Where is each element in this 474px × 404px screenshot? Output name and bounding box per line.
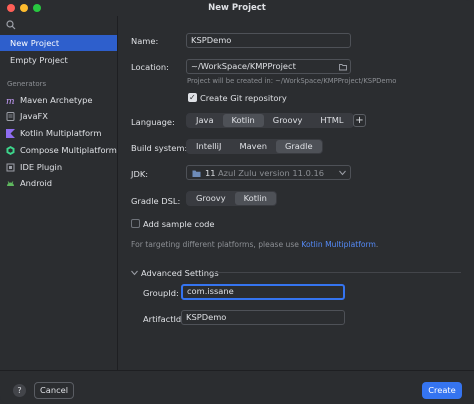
window-title: New Project	[208, 3, 266, 13]
generator-kotlin-multiplatform[interactable]: Kotlin Multiplatform	[0, 125, 117, 141]
language-label: Language:	[131, 117, 175, 127]
generator-label: Android	[20, 178, 53, 188]
targeting-text: For targeting different platforms, pleas…	[131, 240, 299, 249]
jdk-value: Azul Zulu version 11.0.16	[218, 168, 325, 178]
generator-label: JavaFX	[20, 111, 48, 121]
sidebar-item-new-project[interactable]: New Project	[0, 35, 117, 51]
divider	[213, 272, 461, 273]
svg-text:m: m	[6, 97, 15, 105]
dsl-option-kotlin[interactable]: Kotlin	[234, 192, 276, 205]
chevron-down-icon[interactable]	[131, 270, 138, 276]
compose-icon	[6, 146, 15, 155]
language-option-html[interactable]: HTML	[311, 114, 352, 127]
location-label: Location:	[131, 62, 169, 72]
generator-android[interactable]: Android	[0, 175, 117, 191]
help-button[interactable]: ?	[13, 384, 26, 397]
language-selector: Java Kotlin Groovy HTML	[186, 113, 354, 128]
sidebar-item-empty-project[interactable]: Empty Project	[0, 52, 117, 68]
jdk-folder-icon	[192, 170, 201, 177]
create-button[interactable]: Create	[422, 382, 462, 399]
targeting-text-line: For targeting different platforms, pleas…	[131, 240, 378, 249]
kotlin-icon	[6, 129, 15, 138]
targeting-end: .	[375, 240, 379, 249]
dsl-option-groovy[interactable]: Groovy	[187, 192, 235, 205]
name-label: Name:	[131, 36, 159, 46]
advanced-settings-toggle[interactable]: Advanced Settings	[141, 268, 219, 278]
generator-label: Compose Multiplatform	[20, 145, 117, 155]
build-system-label: Build system:	[131, 143, 188, 153]
cancel-button[interactable]: Cancel	[34, 382, 74, 399]
generators-heading: Generators	[7, 80, 47, 88]
sidebar-item-label: New Project	[10, 38, 60, 48]
build-option-intellij[interactable]: IntelliJ	[187, 140, 230, 153]
generator-javafx[interactable]: JavaFX	[0, 108, 117, 124]
sidebar-item-label: Empty Project	[10, 55, 68, 65]
location-value: ~/WorkSpace/KMPProject	[191, 61, 296, 71]
new-project-dialog: New Project New Project Empty Project Ge…	[0, 0, 474, 404]
check-icon: ✓	[189, 93, 196, 102]
gradle-dsl-label: Gradle DSL:	[131, 196, 181, 206]
generator-maven-archetype[interactable]: m Maven Archetype	[0, 92, 117, 108]
language-option-java[interactable]: Java	[187, 114, 223, 127]
build-system-selector: IntelliJ Maven Gradle	[186, 139, 323, 154]
add-language-button[interactable]: +	[353, 114, 366, 127]
jdk-label: JDK:	[131, 169, 149, 179]
generator-compose-multiplatform[interactable]: Compose Multiplatform	[0, 142, 117, 158]
language-option-groovy[interactable]: Groovy	[264, 114, 312, 127]
git-label: Create Git repository	[200, 93, 287, 103]
javafx-icon	[6, 112, 15, 121]
git-checkbox[interactable]: ✓	[188, 93, 197, 102]
groupid-label: GroupId:	[143, 288, 179, 298]
generator-label: IDE Plugin	[20, 162, 63, 172]
sample-code-checkbox[interactable]	[131, 219, 140, 228]
search-icon[interactable]	[6, 20, 16, 30]
location-hint: Project will be created in: ~/WorkSpace/…	[187, 77, 397, 85]
sidebar: New Project Empty Project Generators m M…	[0, 16, 118, 370]
artifactid-input[interactable]: KSPDemo	[181, 310, 345, 325]
build-option-maven[interactable]: Maven	[230, 140, 276, 153]
artifactid-label: ArtifactId:	[143, 314, 184, 324]
android-icon	[7, 181, 14, 186]
name-input[interactable]: KSPDemo	[186, 33, 351, 48]
jdk-dropdown[interactable]: 11 Azul Zulu version 11.0.16	[186, 165, 351, 180]
dialog-footer: ? Cancel Create	[0, 370, 474, 404]
location-input[interactable]: ~/WorkSpace/KMPProject	[186, 59, 351, 74]
generator-ide-plugin[interactable]: IDE Plugin	[0, 159, 117, 175]
title-bar: New Project	[0, 0, 474, 16]
jdk-version: 11	[205, 168, 216, 178]
folder-icon[interactable]	[339, 63, 347, 71]
build-option-gradle[interactable]: Gradle	[275, 140, 322, 153]
language-option-kotlin[interactable]: Kotlin	[222, 114, 264, 127]
kotlin-multiplatform-link[interactable]: Kotlin Multiplatform	[301, 240, 376, 249]
plugin-icon	[6, 163, 15, 172]
maven-icon: m	[6, 97, 15, 105]
groupid-input[interactable]: com.issane	[181, 284, 345, 300]
generator-label: Maven Archetype	[20, 95, 93, 105]
gradle-dsl-selector: Groovy Kotlin	[186, 191, 277, 206]
chevron-down-icon	[339, 170, 346, 176]
sample-code-label: Add sample code	[143, 219, 215, 229]
generator-label: Kotlin Multiplatform	[20, 128, 102, 138]
